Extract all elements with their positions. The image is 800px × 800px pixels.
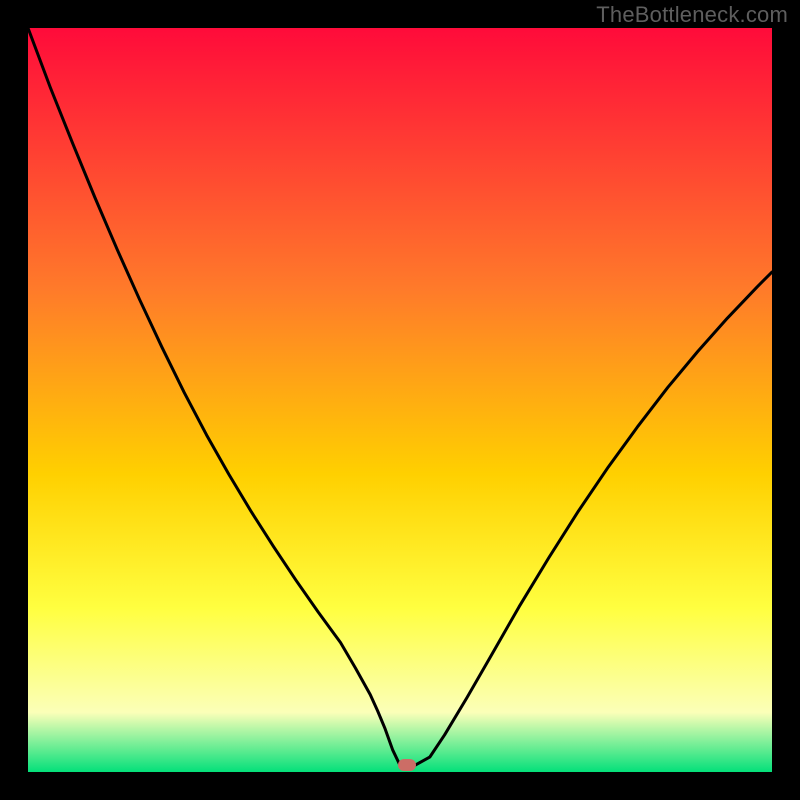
watermark-text: TheBottleneck.com [596, 2, 788, 28]
plot-area [28, 28, 772, 772]
gradient-background [28, 28, 772, 772]
chart-frame: TheBottleneck.com [0, 0, 800, 800]
chart-svg [28, 28, 772, 772]
optimal-point-marker [398, 759, 416, 771]
